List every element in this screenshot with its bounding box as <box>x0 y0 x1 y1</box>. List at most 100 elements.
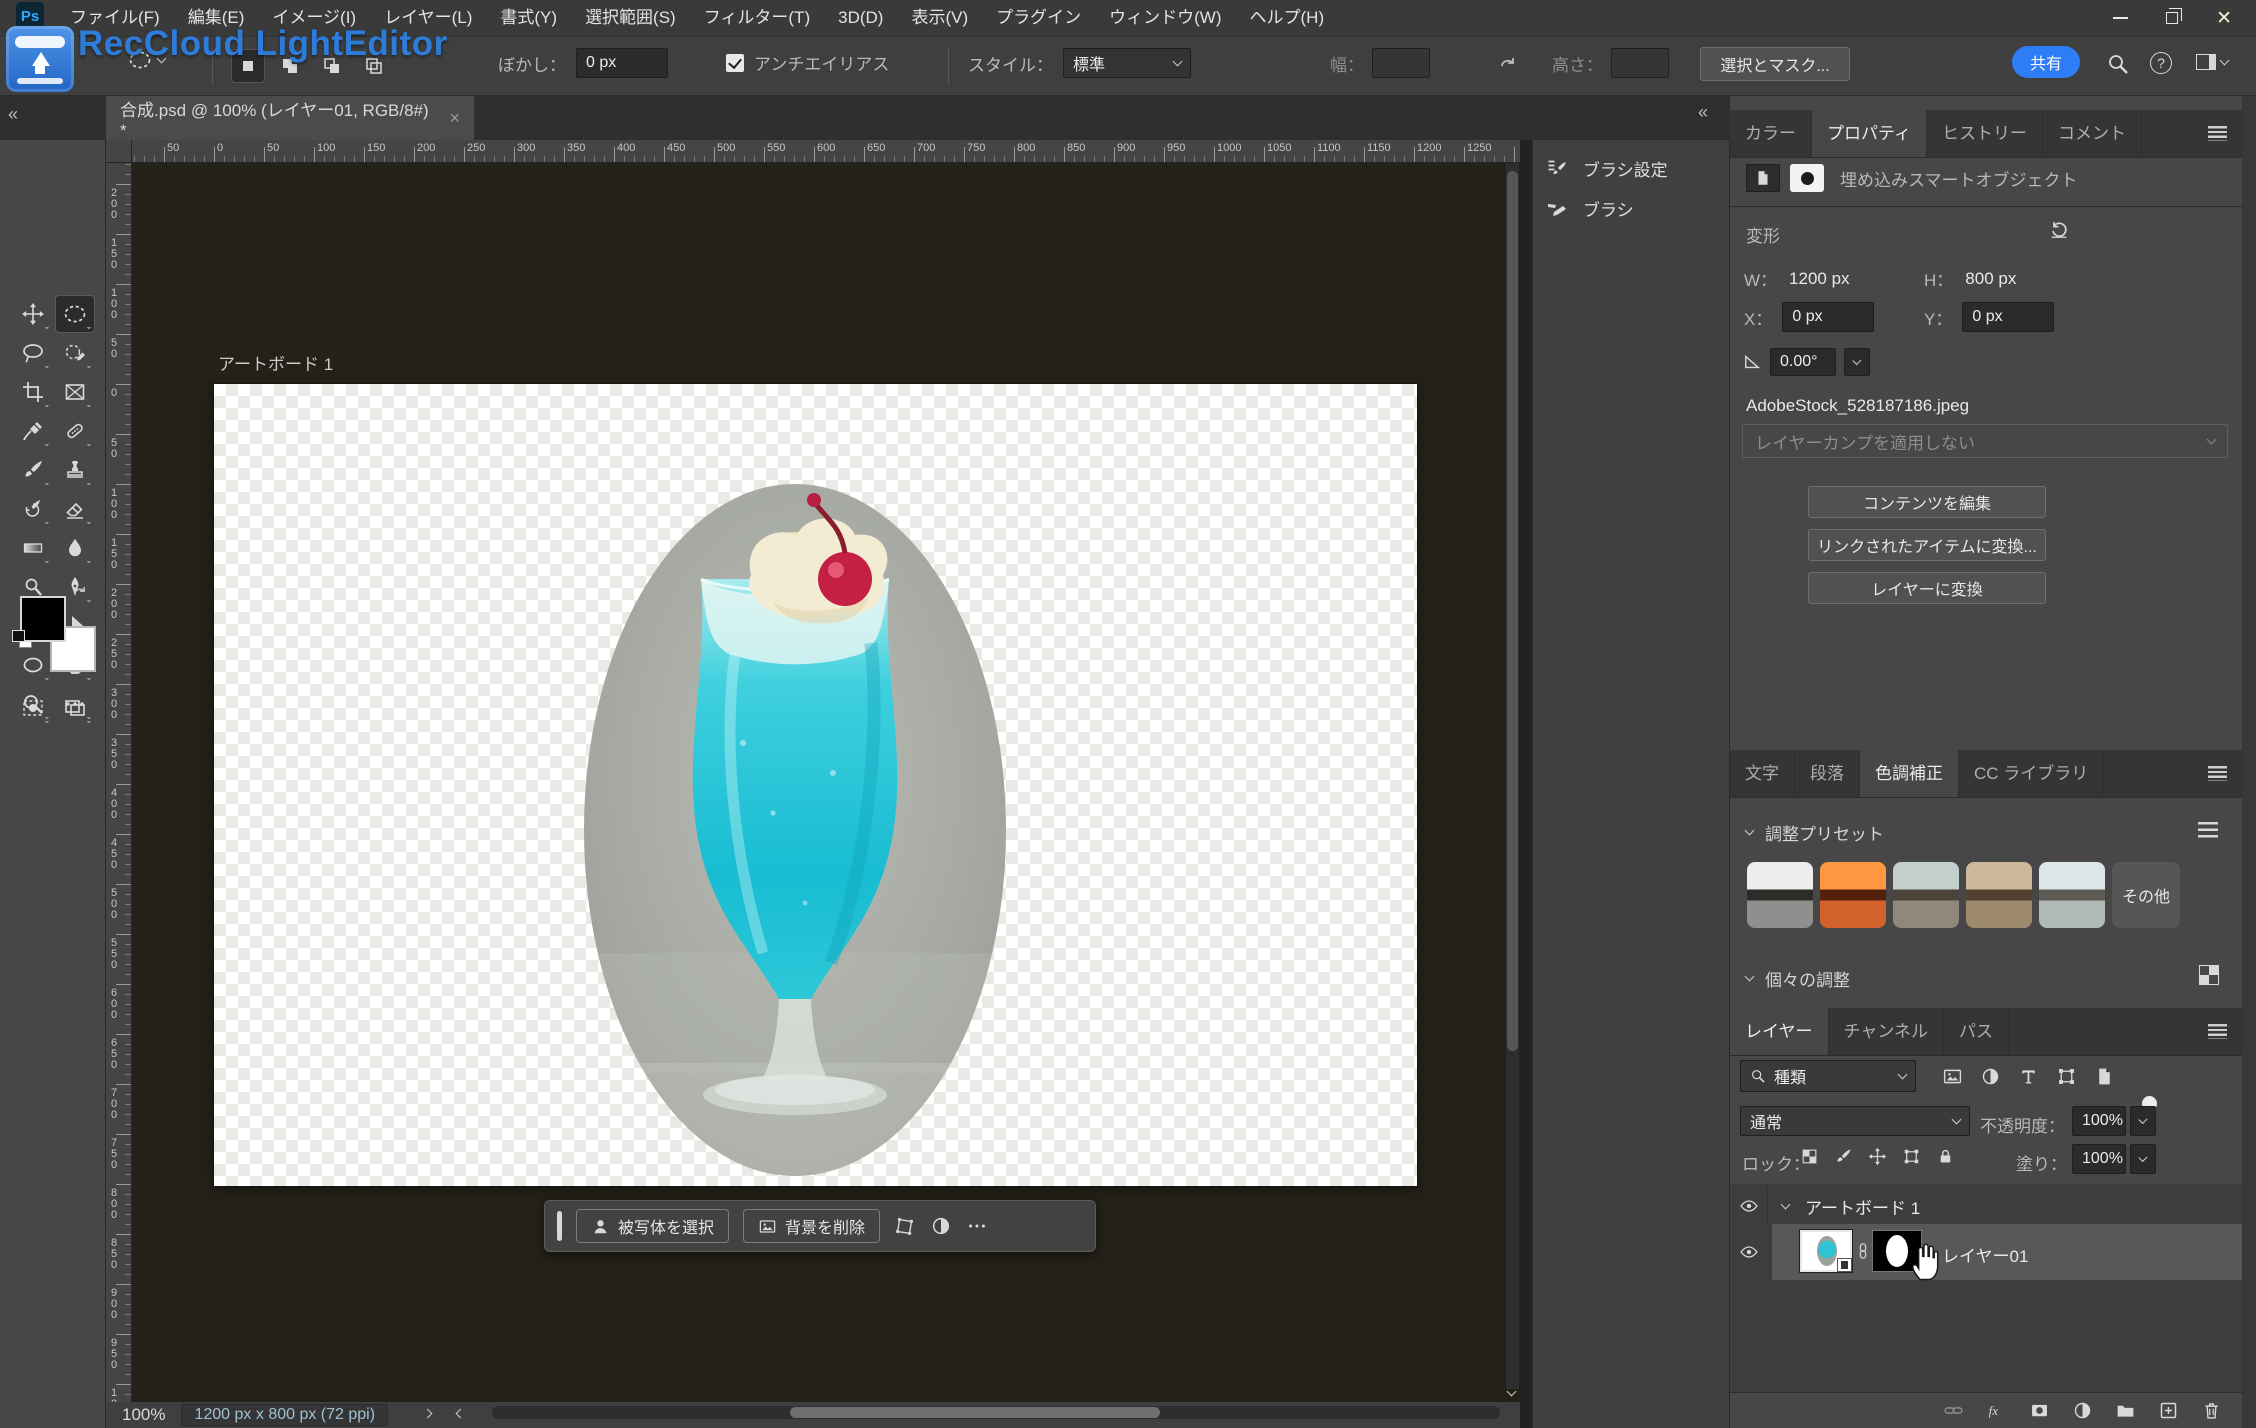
lock-position-icon[interactable] <box>1868 1146 1887 1166</box>
style-dropdown[interactable]: 標準 <box>1063 48 1191 78</box>
adjustments-tab-1[interactable]: 段落 <box>1795 750 1860 797</box>
angle-dropdown[interactable] <box>1844 348 1870 376</box>
action-button-0[interactable]: コンテンツを編集 <box>1808 486 2046 518</box>
vertical-scrollbar[interactable] <box>1506 163 1519 1389</box>
action-button-2[interactable]: レイヤーに変換 <box>1808 572 2046 604</box>
foreground-color-swatch[interactable] <box>20 596 66 642</box>
new-layer-icon[interactable] <box>2158 1400 2179 1421</box>
panel-menu-icon[interactable] <box>2208 766 2227 781</box>
brush-tool[interactable] <box>14 452 52 488</box>
add-layer-mask-icon[interactable] <box>2029 1400 2050 1421</box>
vertical-ruler[interactable]: 2001501005005010015020025030035040045050… <box>106 163 132 1402</box>
fill-input[interactable]: 100% <box>2072 1144 2126 1174</box>
menu-選択範囲(S)[interactable]: 選択範囲(S) <box>571 0 690 36</box>
restore-icon[interactable] <box>2166 12 2178 24</box>
taskbar-drag-handle[interactable] <box>557 1211 562 1241</box>
lock-all-icon[interactable] <box>1936 1146 1955 1166</box>
gradient-tool[interactable] <box>14 530 52 566</box>
layer-style-icon[interactable] <box>1986 1400 2007 1421</box>
select-subject-button[interactable]: 被写体を選択 <box>576 1209 729 1243</box>
help-icon[interactable]: ? <box>2150 52 2172 74</box>
brush-settings-panel-button[interactable]: ブラシ設定 <box>1533 148 1729 188</box>
properties-tab-3[interactable]: コメント <box>2043 110 2142 157</box>
share-button[interactable]: 共有 <box>2012 46 2080 78</box>
adjustments-tab-2[interactable]: 色調補正 <box>1860 750 1959 797</box>
x-input[interactable]: 0 px <box>1782 302 1874 332</box>
eraser-tool[interactable] <box>56 491 94 527</box>
y-input[interactable]: 0 px <box>1962 302 2054 332</box>
healing-brush-tool[interactable] <box>56 413 94 449</box>
zoom-level[interactable]: 100% <box>122 1405 165 1425</box>
workspace-switcher[interactable] <box>2196 54 2228 70</box>
transform-warp-icon[interactable] <box>894 1215 916 1237</box>
adjustments-tab-0[interactable]: 文字 <box>1730 750 1795 797</box>
menu-書式(Y)[interactable]: 書式(Y) <box>486 0 571 36</box>
menu-表示(V)[interactable]: 表示(V) <box>897 0 982 36</box>
menu-ヘルプ(H)[interactable]: ヘルプ(H) <box>1236 0 1339 36</box>
layer-thumbnail[interactable] <box>1800 1230 1852 1272</box>
frame-tool[interactable] <box>56 374 94 410</box>
menu-3D(D)[interactable]: 3D(D) <box>824 0 897 36</box>
swap-dimensions-icon[interactable] <box>1496 52 1520 76</box>
status-flyout-icon[interactable] <box>423 1408 433 1418</box>
properties-tab-2[interactable]: ヒストリー <box>1927 110 2043 157</box>
layer-comp-dropdown[interactable]: レイヤーカンプを適用しない <box>1742 424 2228 458</box>
layers-tab-2[interactable]: パス <box>1944 1008 2009 1055</box>
blur-tool[interactable] <box>56 530 94 566</box>
mask-link-icon[interactable] <box>1854 1240 1872 1262</box>
horizontal-scrollbar[interactable] <box>492 1406 1500 1419</box>
ellipse-shape-tool[interactable] <box>14 647 52 683</box>
lasso-tool[interactable] <box>14 335 52 371</box>
preset-black-white[interactable] <box>1747 862 1813 928</box>
action-button-1[interactable]: リンクされたアイテムに変換... <box>1808 529 2046 561</box>
object-selection-tool[interactable] <box>56 335 94 371</box>
filter-type-icon[interactable] <box>2018 1066 2039 1087</box>
cocktail-image[interactable] <box>583 483 1007 1177</box>
individual-section-header[interactable]: 個々の調整 <box>1746 966 1850 991</box>
grid-view-icon[interactable] <box>2200 966 2218 984</box>
properties-tab-1[interactable]: プロパティ <box>1812 110 1927 157</box>
preset-sepia[interactable] <box>1966 862 2032 928</box>
collapse-left-dock-icon[interactable]: « <box>8 104 18 125</box>
collapse-right-dock-icon[interactable]: « <box>1698 102 1708 123</box>
layers-tab-0[interactable]: レイヤー <box>1730 1008 1829 1055</box>
filter-image-icon[interactable] <box>1942 1066 1963 1087</box>
swap-colors-icon[interactable] <box>70 582 90 602</box>
preset-cool[interactable] <box>1893 862 1959 928</box>
adjustments-tab-3[interactable]: CC ライブラリ <box>1959 750 2104 797</box>
crop-tool[interactable] <box>14 374 52 410</box>
filter-adjustment-icon[interactable] <box>1980 1066 2001 1087</box>
filter-smart-object-icon[interactable] <box>2094 1066 2115 1087</box>
width-input[interactable] <box>1372 48 1430 78</box>
opacity-input[interactable]: 100% <box>2072 1106 2126 1136</box>
move-tool[interactable] <box>14 296 52 332</box>
height-input[interactable] <box>1611 48 1669 78</box>
feather-input[interactable]: 0 px <box>576 48 668 78</box>
minimize-icon[interactable] <box>2113 17 2128 19</box>
menu-ウィンドウ(W)[interactable]: ウィンドウ(W) <box>1095 0 1235 36</box>
reset-transform-icon[interactable] <box>2048 218 2070 240</box>
expand-group-icon[interactable] <box>1781 1199 1791 1209</box>
clone-stamp-tool[interactable] <box>56 452 94 488</box>
visibility-toggle[interactable] <box>1730 1224 1768 1280</box>
panel-scrollbar[interactable] <box>2242 96 2256 1428</box>
document-tab[interactable]: 合成.psd @ 100% (レイヤー01, RGB/8#) * × <box>106 96 474 140</box>
lock-transparency-icon[interactable] <box>1800 1146 1819 1166</box>
blend-mode-dropdown[interactable]: 通常 <box>1740 1106 1970 1136</box>
more-options-icon[interactable] <box>966 1215 988 1237</box>
menu-プラグイン[interactable]: プラグイン <box>982 0 1095 36</box>
select-and-mask-button[interactable]: 選択とマスク... <box>1700 47 1850 81</box>
antialias-checkbox[interactable] <box>726 54 744 72</box>
preset-sunset[interactable] <box>1820 862 1886 928</box>
elliptical-marquee-tool[interactable] <box>56 296 94 332</box>
history-brush-tool[interactable] <box>14 491 52 527</box>
horizontal-ruler[interactable]: 5005010015020025030035040045050055060065… <box>132 140 1520 163</box>
new-group-icon[interactable] <box>2115 1400 2136 1421</box>
layers-tab-1[interactable]: チャンネル <box>1829 1008 1945 1055</box>
delete-layer-icon[interactable] <box>2201 1400 2222 1421</box>
search-icon[interactable] <box>2106 52 2130 76</box>
close-icon[interactable]: ✕ <box>2216 9 2232 28</box>
eyedropper-tool[interactable] <box>14 413 52 449</box>
screen-mode-button[interactable] <box>56 690 94 726</box>
link-layers-icon[interactable] <box>1943 1400 1964 1421</box>
